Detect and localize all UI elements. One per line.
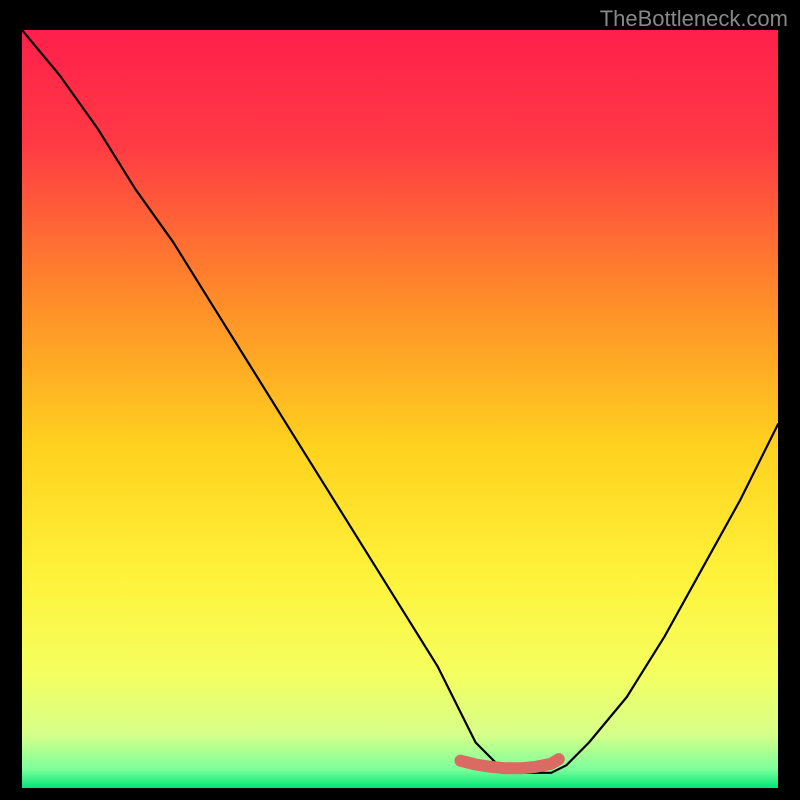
- bottleneck-chart: [22, 30, 778, 788]
- watermark-text: TheBottleneck.com: [600, 6, 788, 32]
- chart-container: [22, 30, 778, 788]
- chart-background: [22, 30, 778, 788]
